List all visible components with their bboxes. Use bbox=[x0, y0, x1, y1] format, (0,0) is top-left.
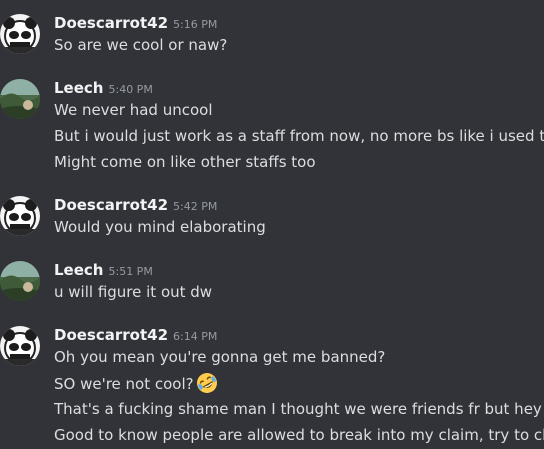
timestamp: 5:40 PM bbox=[108, 83, 153, 96]
message-header: Doescarrot42 5:42 PM bbox=[54, 196, 217, 216]
username[interactable]: Leech bbox=[54, 79, 103, 97]
username[interactable]: Leech bbox=[54, 261, 103, 279]
landscape-avatar-icon bbox=[0, 261, 40, 301]
landscape-avatar-icon bbox=[0, 79, 40, 119]
message-text: u will figure it out dw bbox=[54, 283, 213, 301]
panda-avatar-icon bbox=[0, 196, 40, 236]
message-text: That's a fucking shame man I thought we … bbox=[54, 400, 544, 418]
chat-messages: Doescarrot42 5:16 PM So are we cool or na… bbox=[0, 0, 544, 449]
avatar-doescarrot42[interactable] bbox=[0, 196, 40, 236]
message-text: SO we're not cool? bbox=[54, 375, 194, 393]
message-text: Might come on like other staffs too bbox=[54, 153, 316, 171]
panda-avatar-icon bbox=[0, 326, 40, 366]
message-header: Doescarrot42 6:14 PM bbox=[54, 326, 217, 346]
timestamp: 5:16 PM bbox=[173, 18, 218, 31]
username[interactable]: Doescarrot42 bbox=[54, 14, 168, 32]
message-text: We never had uncool bbox=[54, 101, 213, 119]
message-text: So are we cool or naw? bbox=[54, 36, 228, 54]
timestamp: 5:42 PM bbox=[173, 200, 218, 213]
message-header: Doescarrot42 5:16 PM bbox=[54, 14, 217, 34]
avatar-doescarrot42[interactable] bbox=[0, 326, 40, 366]
timestamp: 5:51 PM bbox=[108, 265, 153, 278]
avatar-doescarrot42[interactable] bbox=[0, 14, 40, 54]
rolling-on-floor-laughing-icon[interactable] bbox=[196, 372, 218, 394]
username[interactable]: Doescarrot42 bbox=[54, 196, 168, 214]
message-text: Would you mind elaborating bbox=[54, 218, 266, 236]
avatar-leech[interactable] bbox=[0, 261, 40, 301]
message-line-with-emoji: SO we're not cool? bbox=[54, 372, 218, 394]
timestamp: 6:14 PM bbox=[173, 330, 218, 343]
message-text: Good to know people are allowed to break… bbox=[54, 426, 544, 444]
message-text: Oh you mean you're gonna get me banned? bbox=[54, 348, 386, 366]
message-header: Leech 5:51 PM bbox=[54, 261, 153, 281]
avatar-leech[interactable] bbox=[0, 79, 40, 119]
panda-avatar-icon bbox=[0, 14, 40, 54]
message-text: But i would just work as a staff from no… bbox=[54, 127, 544, 145]
username[interactable]: Doescarrot42 bbox=[54, 326, 168, 344]
message-header: Leech 5:40 PM bbox=[54, 79, 153, 99]
